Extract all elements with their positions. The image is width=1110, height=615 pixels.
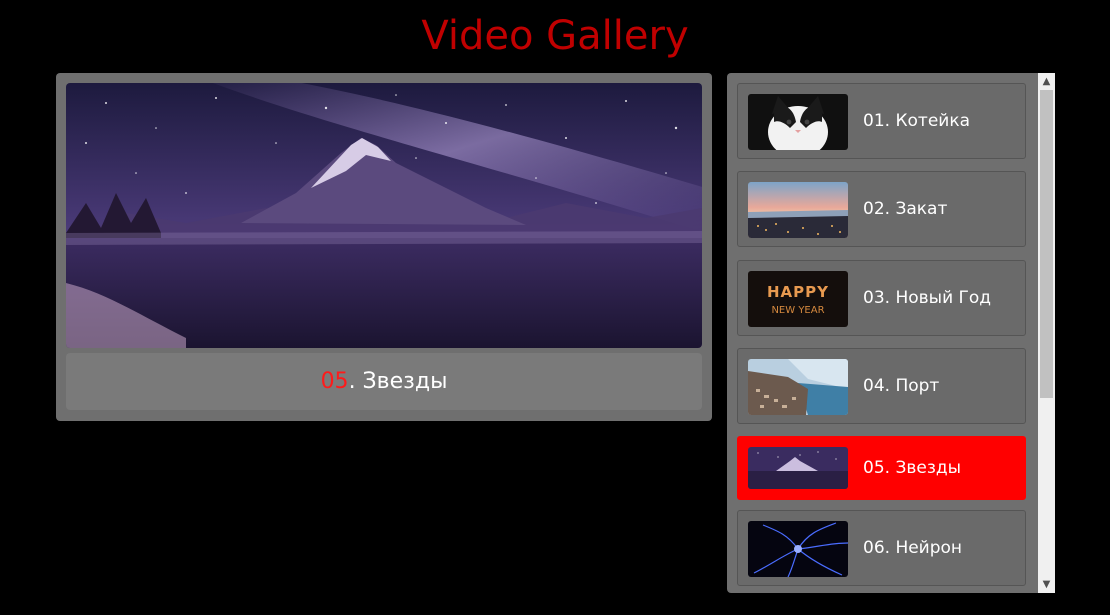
video-thumbnail (748, 182, 848, 238)
playlist-item[interactable]: HAPPY NEW YEAR 03. Новый Год (737, 260, 1026, 336)
page-title: Video Gallery (421, 13, 689, 59)
playlist-item[interactable]: 04. Порт (737, 348, 1026, 424)
video-thumbnail: HAPPY NEW YEAR (748, 271, 848, 327)
port-thumbnail-image (748, 359, 848, 415)
chevron-down-icon[interactable]: ▼ (1038, 576, 1055, 593)
now-playing-number: 05 (320, 369, 349, 394)
playlist-item-label: 04. Порт (863, 376, 940, 396)
video-player: 05. Звезды (56, 73, 712, 421)
video-thumbnail (748, 94, 848, 150)
new-year-thumbnail-image: HAPPY NEW YEAR (748, 271, 848, 327)
video-thumbnail (748, 447, 848, 489)
video-thumbnail (748, 359, 848, 415)
svg-text:NEW YEAR: NEW YEAR (771, 305, 824, 316)
playlist-item-label: 06. Нейрон (863, 538, 963, 558)
playlist-item-label: 05. Звезды (863, 458, 962, 478)
stars-thumbnail-image (748, 447, 848, 489)
video-frame-image (66, 83, 702, 348)
scrollbar-thumb[interactable] (1040, 90, 1053, 398)
cat-thumbnail-image (748, 94, 848, 150)
playlist-item[interactable]: 01. Котейка (737, 83, 1026, 159)
now-playing-title: . Звезды (348, 369, 448, 394)
playlist-item-label: 03. Новый Год (863, 288, 992, 308)
video-display[interactable] (66, 83, 702, 348)
svg-text:HAPPY: HAPPY (767, 283, 829, 301)
playlist-item[interactable]: 02. Закат (737, 171, 1026, 247)
now-playing-caption: 05. Звезды (66, 353, 702, 410)
playlist-scrollbar[interactable]: ▲ ▼ (1038, 73, 1055, 593)
chevron-up-icon[interactable]: ▲ (1038, 73, 1055, 90)
neuron-thumbnail-image (748, 521, 848, 577)
playlist-item-label: 01. Котейка (863, 111, 971, 131)
sunset-thumbnail-image (748, 182, 848, 238)
playlist-item[interactable]: 06. Нейрон (737, 510, 1026, 586)
playlist-item-active[interactable]: 05. Звезды (737, 436, 1026, 500)
video-thumbnail (748, 521, 848, 577)
playlist-item-label: 02. Закат (863, 199, 948, 219)
video-playlist: 01. Котейка 02. Закат HAPPY NEW YEAR 03.… (727, 73, 1055, 593)
